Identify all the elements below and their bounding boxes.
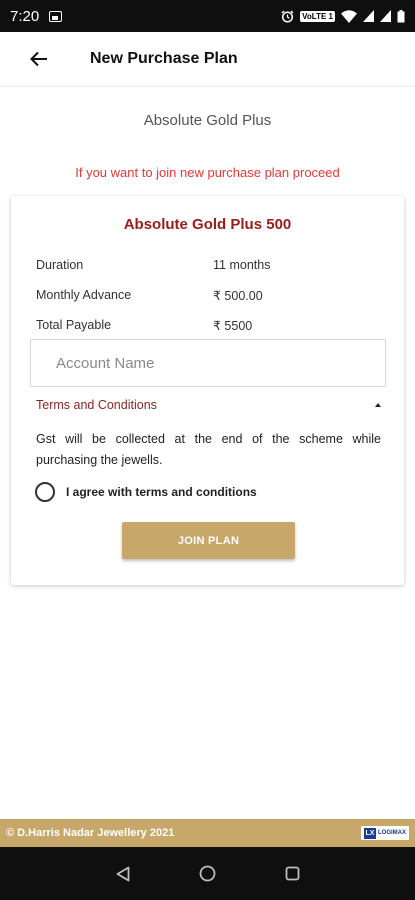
volte-badge: VoLTE 1 [300, 10, 335, 22]
logo-mark: LX [364, 827, 376, 839]
detail-value: ₹ 5500 [213, 319, 253, 333]
detail-value: 11 months [213, 258, 271, 272]
detail-row-duration: Duration 11 months [36, 258, 386, 272]
caret-up-icon [375, 403, 381, 407]
image-icon [49, 10, 63, 22]
status-bar: 7:20 VoLTE 1 [0, 0, 415, 32]
alarm-icon [281, 10, 294, 23]
footer: © D.Harris Nadar Jewellery 2021 LX LOGIM… [0, 819, 415, 847]
battery-icon [397, 9, 405, 22]
detail-row-total-payable: Total Payable ₹ 5500 [36, 318, 386, 333]
logimax-logo: LX LOGIMAX [361, 826, 409, 840]
nav-back-button[interactable] [111, 862, 135, 886]
home-circle-icon [199, 865, 216, 882]
agree-terms-radio[interactable]: I agree with terms and conditions [35, 482, 257, 502]
detail-label: Duration [36, 258, 84, 272]
terms-toggle[interactable]: Terms and Conditions [36, 396, 381, 414]
status-time: 7:20 [10, 7, 40, 25]
signal-icon [363, 10, 374, 22]
nav-home-button[interactable] [196, 862, 220, 886]
status-icons: VoLTE 1 [281, 9, 405, 23]
nav-recents-button[interactable] [281, 862, 305, 886]
recents-square-icon [285, 866, 300, 881]
plan-card-title: Absolute Gold Plus 500 [123, 216, 292, 233]
logo-text: LOGIMAX [378, 830, 406, 836]
agree-terms-label: I agree with terms and conditions [66, 485, 257, 499]
terms-text: Gst will be collected at the end of the … [36, 432, 381, 467]
page-title: New Purchase Plan [90, 50, 238, 67]
signal-icon [380, 10, 391, 22]
wifi-icon [341, 9, 357, 23]
arrow-left-icon [30, 51, 47, 67]
back-triangle-icon [116, 866, 129, 881]
account-name-input[interactable] [30, 339, 386, 387]
terms-label: Terms and Conditions [36, 398, 157, 412]
system-nav-bar [0, 847, 415, 900]
plan-heading: Absolute Gold Plus [143, 112, 272, 129]
join-plan-button[interactable]: JOIN PLAN [122, 522, 295, 559]
plan-info-message: If you want to join new purchase plan pr… [75, 165, 340, 180]
plan-card: Absolute Gold Plus 500 Duration 11 month… [11, 196, 404, 585]
app-bar: New Purchase Plan [0, 32, 415, 87]
detail-value: ₹ 500.00 [213, 289, 263, 303]
radio-circle-icon[interactable] [35, 482, 55, 502]
detail-row-monthly-advance: Monthly Advance ₹ 500.00 [36, 288, 386, 303]
detail-label: Monthly Advance [36, 288, 132, 302]
footer-copyright: © D.Harris Nadar Jewellery 2021 [6, 827, 175, 839]
back-button[interactable] [27, 47, 51, 71]
detail-label: Total Payable [36, 318, 112, 332]
